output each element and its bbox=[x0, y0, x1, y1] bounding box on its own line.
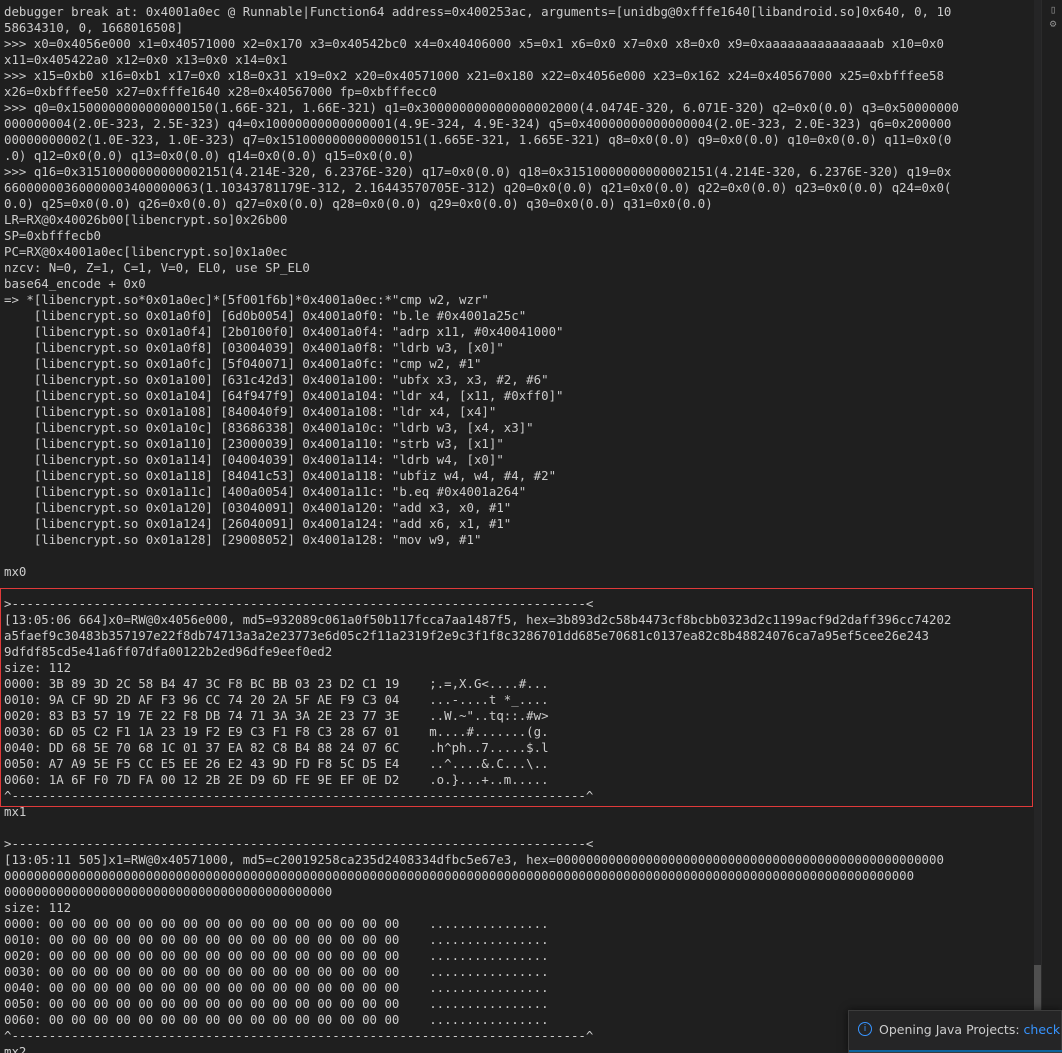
terminal-line: 0050: A7 A9 5E F5 CC E5 EE 26 E2 43 9D F… bbox=[4, 756, 549, 771]
terminal-line: [libencrypt.so 0x01a108] [840040f9] 0x40… bbox=[4, 404, 497, 419]
notification-progress bbox=[849, 1050, 1062, 1052]
terminal-line: [libencrypt.so 0x01a10c] [83686338] 0x40… bbox=[4, 420, 534, 435]
terminal-line: base64_encode + 0x0 bbox=[4, 276, 146, 291]
terminal-line: PC=RX@0x4001a0ec[libencrypt.so]0x1a0ec bbox=[4, 244, 288, 259]
terminal-line: 0000: 3B 89 3D 2C 58 B4 47 3C F8 BC BB 0… bbox=[4, 676, 549, 691]
terminal-line: >>> x0=0x4056e000 x1=0x40571000 x2=0x170… bbox=[4, 36, 944, 51]
terminal-line: [libencrypt.so 0x01a124] [26040091] 0x40… bbox=[4, 516, 512, 531]
split-terminal-icon[interactable]: ▯ bbox=[1047, 4, 1059, 16]
terminal-line: [libencrypt.so 0x01a0f8] [03004039] 0x40… bbox=[4, 340, 504, 355]
terminal-line: [13:05:11 505]x1=RW@0x40571000, md5=c200… bbox=[4, 852, 944, 867]
notification-link[interactable]: check de bbox=[1024, 1022, 1062, 1037]
terminal-line: a5faef9c30483b357197e22f8db74713a3a2e237… bbox=[4, 628, 930, 643]
terminal-line: 66000000360000003400000063(1.10343781179… bbox=[4, 180, 952, 195]
terminal-output[interactable]: debugger break at: 0x4001a0ec @ Runnable… bbox=[0, 0, 1034, 1053]
terminal-line: 0060: 1A 6F F0 7D FA 00 12 2B 2E D9 6D F… bbox=[4, 772, 549, 787]
terminal-line: LR=RX@0x40026b00[libencrypt.so]0x26b00 bbox=[4, 212, 288, 227]
terminal-line: >---------------------------------------… bbox=[4, 596, 594, 611]
terminal-line: debugger break at: 0x4001a0ec @ Runnable… bbox=[4, 4, 952, 19]
terminal-line: [libencrypt.so 0x01a104] [64f947f9] 0x40… bbox=[4, 388, 564, 403]
terminal-line: x26=0xbfffee50 x27=0xfffe1640 x28=0x4056… bbox=[4, 84, 437, 99]
terminal-line: >>> q16=0x31510000000000002151(4.214E-32… bbox=[4, 164, 952, 179]
terminal-line: >>> q0=0x1500000000000000150(1.66E-321, … bbox=[4, 100, 959, 115]
terminal-line: 0000: 00 00 00 00 00 00 00 00 00 00 00 0… bbox=[4, 916, 549, 931]
terminal-line: mx0 bbox=[4, 564, 27, 579]
terminal-line: 0010: 9A CF 9D 2D AF F3 96 CC 74 20 2A 5… bbox=[4, 692, 549, 707]
terminal-line: [libencrypt.so 0x01a0fc] [5f040071] 0x40… bbox=[4, 356, 482, 371]
terminal-line: => *[libencrypt.so*0x01a0ec]*[5f001f6b]*… bbox=[4, 292, 489, 307]
terminal-line: [libencrypt.so 0x01a0f0] [6d0b0054] 0x40… bbox=[4, 308, 527, 323]
terminal-line: 0000000000000000000000000000000000000000… bbox=[4, 884, 333, 899]
terminal-line: [libencrypt.so 0x01a114] [04004039] 0x40… bbox=[4, 452, 504, 467]
terminal-line: 9dfdf85cd5e41a6ff07dfa00122b2ed96dfe9eef… bbox=[4, 644, 333, 659]
terminal-line: 0030: 00 00 00 00 00 00 00 00 00 00 00 0… bbox=[4, 964, 549, 979]
terminal-line: [libencrypt.so 0x01a0f4] [2b0100f0] 0x40… bbox=[4, 324, 564, 339]
terminal-line: [13:05:06 664]x0=RW@0x4056e000, md5=9320… bbox=[4, 612, 952, 627]
terminal-line: SP=0xbfffecb0 bbox=[4, 228, 101, 243]
side-toolbar: ▯ ⚙ bbox=[1041, 0, 1062, 1053]
terminal-line: [libencrypt.so 0x01a118] [84041c53] 0x40… bbox=[4, 468, 557, 483]
terminal-line: 0000000000000000000000000000000000000000… bbox=[4, 868, 915, 883]
notification-message: Opening Java Projects: bbox=[879, 1022, 1024, 1037]
terminal-line: 0040: DD 68 5E 70 68 1C 01 37 EA 82 C8 B… bbox=[4, 740, 549, 755]
terminal-line: [libencrypt.so 0x01a120] [03040091] 0x40… bbox=[4, 500, 512, 515]
terminal-line: [libencrypt.so 0x01a11c] [400a0054] 0x40… bbox=[4, 484, 527, 499]
terminal-line: 0040: 00 00 00 00 00 00 00 00 00 00 00 0… bbox=[4, 980, 549, 995]
terminal-line: .0) q12=0x0(0.0) q13=0x0(0.0) q14=0x0(0.… bbox=[4, 148, 415, 163]
terminal-line: [libencrypt.so 0x01a128] [29008052] 0x40… bbox=[4, 532, 482, 547]
gear-icon[interactable]: ⚙ bbox=[1047, 18, 1059, 30]
terminal-line: 0010: 00 00 00 00 00 00 00 00 00 00 00 0… bbox=[4, 932, 549, 947]
info-icon: i bbox=[858, 1022, 872, 1036]
terminal-line: size: 112 bbox=[4, 660, 72, 675]
terminal-line: nzcv: N=0, Z=1, C=1, V=0, EL0, use SP_EL… bbox=[4, 260, 310, 275]
terminal-line: x11=0x405422a0 x12=0x0 x13=0x0 x14=0x1 bbox=[4, 52, 288, 67]
terminal-line: 0020: 00 00 00 00 00 00 00 00 00 00 00 0… bbox=[4, 948, 549, 963]
terminal-line: ^---------------------------------------… bbox=[4, 788, 594, 803]
terminal-line: 000000004(2.0E-323, 2.5E-323) q4=0x10000… bbox=[4, 116, 952, 131]
notification-text: Opening Java Projects: check de bbox=[879, 1022, 1062, 1037]
terminal-line: ^---------------------------------------… bbox=[4, 1028, 594, 1043]
terminal-line: >---------------------------------------… bbox=[4, 836, 594, 851]
terminal-line: 00000000002(1.0E-323, 1.0E-323) q7=0x151… bbox=[4, 132, 952, 147]
terminal-line: size: 112 bbox=[4, 900, 72, 915]
terminal-line: 0050: 00 00 00 00 00 00 00 00 00 00 00 0… bbox=[4, 996, 549, 1011]
notification-toast[interactable]: i Opening Java Projects: check de bbox=[848, 1010, 1062, 1053]
terminal-line: 0030: 6D 05 C2 F1 1A 23 19 F2 E9 C3 F1 F… bbox=[4, 724, 549, 739]
terminal-line: 0.0) q25=0x0(0.0) q26=0x0(0.0) q27=0x0(0… bbox=[4, 196, 713, 211]
terminal-line: mx2 bbox=[4, 1044, 27, 1053]
terminal-line: >>> x15=0xb0 x16=0xb1 x17=0x0 x18=0x31 x… bbox=[4, 68, 944, 83]
terminal-line: mx1 bbox=[4, 804, 27, 819]
terminal-line: 58634310, 0, 1668016508] bbox=[4, 20, 184, 35]
terminal-line: [libencrypt.so 0x01a110] [23000039] 0x40… bbox=[4, 436, 504, 451]
terminal-line: [libencrypt.so 0x01a100] [631c42d3] 0x40… bbox=[4, 372, 549, 387]
terminal-line: 0060: 00 00 00 00 00 00 00 00 00 00 00 0… bbox=[4, 1012, 549, 1027]
terminal-line: 0020: 83 B3 57 19 7E 22 F8 DB 74 71 3A 3… bbox=[4, 708, 549, 723]
